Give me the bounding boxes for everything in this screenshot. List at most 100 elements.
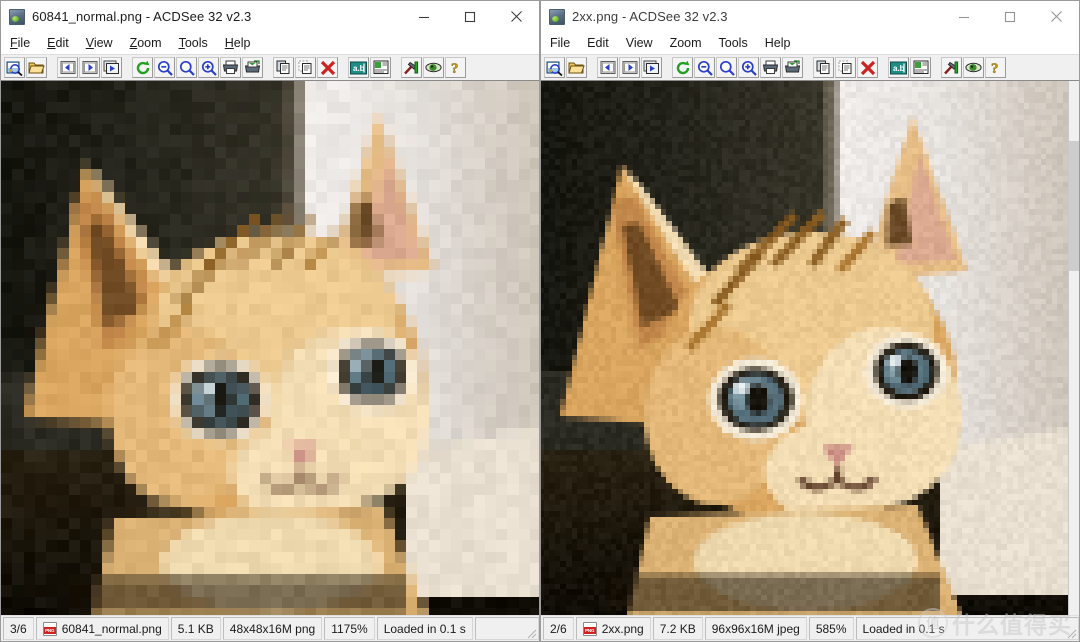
image-canvas-smooth xyxy=(541,81,1070,615)
window-title: 60841_normal.png - ACDSee 32 v2.3 xyxy=(32,9,251,24)
maximize-button[interactable] xyxy=(987,1,1033,32)
zoom-out-icon[interactable] xyxy=(154,57,175,78)
status-loaded: Loaded in 0.1 s xyxy=(377,617,473,640)
zoom-in-icon[interactable] xyxy=(738,57,759,78)
minimize-button[interactable] xyxy=(941,1,987,32)
print-icon[interactable] xyxy=(220,57,241,78)
open-folder-icon[interactable] xyxy=(26,57,47,78)
status-zoom: 1175% xyxy=(324,617,374,640)
status-filesize: 7.2 KB xyxy=(653,617,703,640)
rotate-icon[interactable] xyxy=(672,57,693,78)
help-icon[interactable]: ? xyxy=(985,57,1006,78)
status-filename: 2xx.png xyxy=(602,622,644,636)
slideshow-icon[interactable] xyxy=(101,57,122,78)
copy-icon[interactable] xyxy=(813,57,834,78)
properties-icon[interactable] xyxy=(370,57,391,78)
menu-zoom[interactable]: Zoom xyxy=(130,36,162,50)
zoom-out-icon[interactable] xyxy=(694,57,715,78)
status-loaded: Loaded in 0.1 s xyxy=(856,617,1079,640)
menu-tools[interactable]: Tools xyxy=(719,36,748,50)
menu-zoom[interactable]: Zoom xyxy=(670,36,702,50)
menubar-right[interactable]: File Edit View Zoom Tools Help xyxy=(541,32,1079,54)
slideshow-icon[interactable] xyxy=(641,57,662,78)
acdsee-window-right[interactable]: 2xx.png - ACDSee 32 v2.3 File Edit View … xyxy=(540,0,1080,642)
status-filename-cell: 2xx.png xyxy=(576,617,651,640)
menubar-left[interactable]: File Edit View Zoom Tools Help xyxy=(1,32,539,54)
menu-help[interactable]: Help xyxy=(765,36,791,50)
zoom-normal-icon[interactable] xyxy=(176,57,197,78)
minimize-button[interactable] xyxy=(401,1,447,32)
menu-edit-label: dit xyxy=(56,36,69,50)
svg-text:?: ? xyxy=(991,61,999,76)
image-viewport-left[interactable] xyxy=(1,81,539,615)
svg-text:a.b: a.b xyxy=(893,64,905,73)
status-index: 2/6 xyxy=(543,617,574,640)
menu-tools-label: ools xyxy=(185,36,208,50)
statusbar-left: 3/6 60841_normal.png 5.1 KB 48x48x16M pn… xyxy=(1,615,539,641)
status-filesize: 5.1 KB xyxy=(171,617,221,640)
rename-icon[interactable]: a.b xyxy=(348,57,369,78)
vertical-scrollbar[interactable] xyxy=(1068,81,1079,615)
png-file-icon xyxy=(43,622,57,636)
status-dimensions: 96x96x16M jpeg xyxy=(705,617,807,640)
paste-icon[interactable] xyxy=(295,57,316,78)
preview-icon[interactable] xyxy=(423,57,444,78)
menu-view[interactable]: View xyxy=(626,36,653,50)
properties-icon[interactable] xyxy=(910,57,931,78)
open-folder-icon[interactable] xyxy=(566,57,587,78)
next-image-icon[interactable] xyxy=(79,57,100,78)
preview-icon[interactable] xyxy=(963,57,984,78)
status-zoom: 585% xyxy=(809,617,854,640)
scrollbar-thumb[interactable] xyxy=(1069,141,1079,271)
image-file-icon xyxy=(9,9,25,25)
resize-grip-icon[interactable] xyxy=(524,626,537,639)
rotate-icon[interactable] xyxy=(132,57,153,78)
acdsee-window-left[interactable]: 60841_normal.png - ACDSee 32 v2.3 File E… xyxy=(0,0,540,642)
browse-icon[interactable] xyxy=(544,57,565,78)
menu-zoom-label: oom xyxy=(137,36,161,50)
status-filename: 60841_normal.png xyxy=(62,622,162,636)
menu-help[interactable]: Help xyxy=(225,36,251,50)
titlebar-left[interactable]: 60841_normal.png - ACDSee 32 v2.3 xyxy=(1,1,539,32)
menu-tools[interactable]: Tools xyxy=(179,36,208,50)
status-filename-cell: 60841_normal.png xyxy=(36,617,169,640)
print-icon[interactable] xyxy=(760,57,781,78)
delete-icon[interactable] xyxy=(857,57,878,78)
help-icon[interactable]: ? xyxy=(445,57,466,78)
close-button[interactable] xyxy=(493,1,539,32)
menu-file[interactable]: File xyxy=(10,36,30,50)
desktop: 60841_normal.png - ACDSee 32 v2.3 File E… xyxy=(0,0,1080,642)
titlebar-right[interactable]: 2xx.png - ACDSee 32 v2.3 xyxy=(541,1,1079,32)
send-icon[interactable] xyxy=(242,57,263,78)
rename-icon[interactable]: a.b xyxy=(888,57,909,78)
menu-help-label: elp xyxy=(234,36,251,50)
resize-grip-icon[interactable] xyxy=(1064,626,1077,639)
image-canvas-pixelated xyxy=(1,81,539,615)
browse-icon[interactable] xyxy=(4,57,25,78)
previous-image-icon[interactable] xyxy=(597,57,618,78)
next-image-icon[interactable] xyxy=(619,57,640,78)
statusbar-right: 2/6 2xx.png 7.2 KB 96x96x16M jpeg 585% L… xyxy=(541,615,1079,641)
delete-icon[interactable] xyxy=(317,57,338,78)
toolbar-right[interactable]: a.b ? xyxy=(541,54,1079,81)
paste-icon[interactable] xyxy=(835,57,856,78)
zoom-normal-icon[interactable] xyxy=(716,57,737,78)
image-viewport-right[interactable] xyxy=(541,81,1079,615)
previous-image-icon[interactable] xyxy=(57,57,78,78)
png-file-icon xyxy=(583,622,597,636)
close-button[interactable] xyxy=(1033,1,1079,32)
menu-file[interactable]: File xyxy=(550,36,570,50)
menu-view-label: iew xyxy=(94,36,113,50)
copy-icon[interactable] xyxy=(273,57,294,78)
maximize-button[interactable] xyxy=(447,1,493,32)
menu-file-label: ile xyxy=(18,36,31,50)
send-icon[interactable] xyxy=(782,57,803,78)
tools-icon[interactable] xyxy=(401,57,422,78)
toolbar-left[interactable]: a.b ? xyxy=(1,54,539,81)
tools-icon[interactable] xyxy=(941,57,962,78)
zoom-in-icon[interactable] xyxy=(198,57,219,78)
menu-edit[interactable]: Edit xyxy=(47,36,69,50)
status-dimensions: 48x48x16M png xyxy=(223,617,322,640)
menu-view[interactable]: View xyxy=(86,36,113,50)
menu-edit[interactable]: Edit xyxy=(587,36,609,50)
